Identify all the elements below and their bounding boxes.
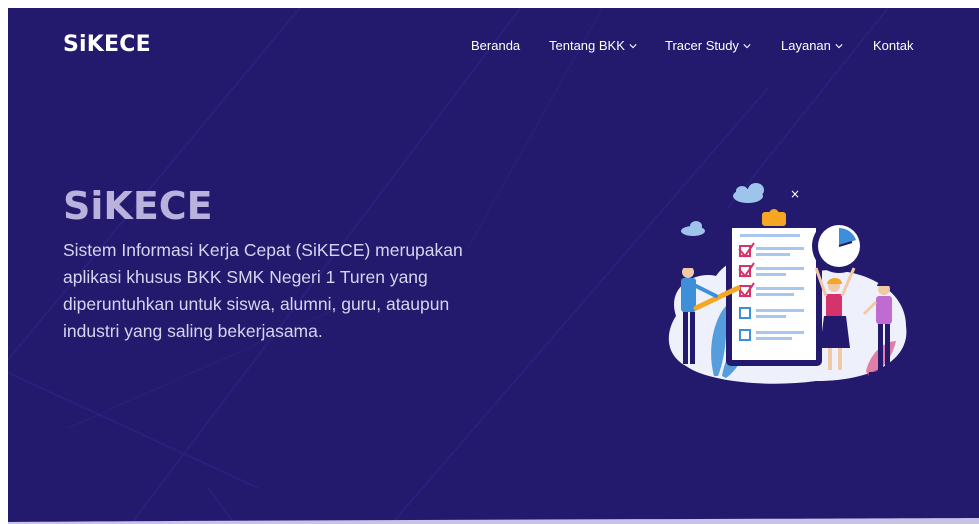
bottom-wave — [8, 518, 979, 524]
hero-description: Sistem Informasi Kerja Cepat (SiKECE) me… — [63, 240, 463, 341]
nav-item-tentang-bkk[interactable]: Tentang BKK — [549, 38, 637, 53]
chevron-down-icon — [629, 43, 637, 48]
checklist-team-illustration: × — [668, 183, 907, 384]
nav-item-kontak[interactable]: Kontak — [873, 38, 913, 53]
chevron-down-icon — [743, 43, 751, 48]
nav-item-label: Kontak — [873, 38, 914, 53]
hero-title: SiKECE — [63, 184, 213, 228]
nav-item-tracer-study[interactable]: Tracer Study — [665, 38, 751, 53]
nav-item-beranda[interactable]: Beranda — [471, 38, 520, 53]
nav-item-label: Tracer Study — [665, 38, 739, 53]
main-menu: Beranda Tentang BKK Tracer Study Layanan… — [8, 38, 979, 58]
nav-item-label: Layanan — [781, 38, 831, 53]
nav-item-label: Tentang BKK — [549, 38, 625, 53]
svg-text:×: × — [790, 187, 800, 201]
navbar: SiKECE Beranda Tentang BKK Tracer Study … — [8, 8, 979, 80]
nav-item-layanan[interactable]: Layanan — [781, 38, 843, 53]
hero-section: SiKECE Beranda Tentang BKK Tracer Study … — [8, 8, 979, 524]
nav-item-label: Beranda — [471, 38, 521, 53]
chevron-down-icon — [835, 43, 843, 48]
